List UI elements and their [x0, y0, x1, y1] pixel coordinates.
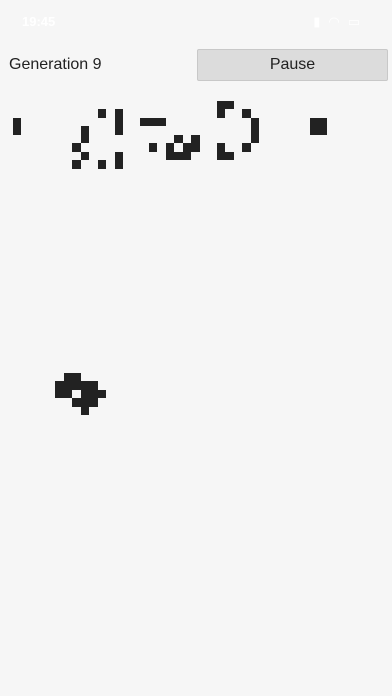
live-cell[interactable] [250, 134, 259, 143]
live-cell[interactable] [72, 381, 81, 390]
live-cell[interactable] [114, 126, 123, 135]
live-cell[interactable] [140, 117, 149, 126]
live-cell[interactable] [216, 100, 225, 109]
live-cell[interactable] [165, 151, 174, 160]
live-cell[interactable] [157, 117, 166, 126]
wifi-icon: ◠ [328, 14, 348, 29]
live-cell[interactable] [174, 151, 183, 160]
battery-icon: ▭ [347, 14, 368, 29]
live-cell[interactable] [72, 372, 81, 381]
live-cell[interactable] [225, 100, 234, 109]
live-cell[interactable] [216, 143, 225, 152]
live-cell[interactable] [310, 126, 319, 135]
live-cell[interactable] [97, 160, 106, 169]
live-cell[interactable] [174, 134, 183, 143]
live-cell[interactable] [55, 389, 64, 398]
live-cell[interactable] [80, 381, 89, 390]
live-cell[interactable] [80, 398, 89, 407]
live-cell[interactable] [216, 109, 225, 118]
live-cell[interactable] [114, 117, 123, 126]
live-cell[interactable] [182, 143, 191, 152]
live-cell[interactable] [114, 109, 123, 118]
live-cell[interactable] [12, 117, 21, 126]
game-board[interactable] [0, 90, 392, 696]
live-cell[interactable] [63, 381, 72, 390]
status-icons: ▮◠▭ [313, 14, 368, 30]
live-cell[interactable] [72, 143, 81, 152]
live-cell[interactable] [63, 372, 72, 381]
live-cell[interactable] [12, 126, 21, 135]
live-cell[interactable] [80, 151, 89, 160]
live-cell[interactable] [80, 406, 89, 415]
live-cell[interactable] [72, 398, 81, 407]
live-cell[interactable] [148, 117, 157, 126]
live-cell[interactable] [225, 151, 234, 160]
live-cell[interactable] [182, 151, 191, 160]
live-cell[interactable] [191, 134, 200, 143]
live-cell[interactable] [250, 126, 259, 135]
signal-icon: ▮ [313, 14, 329, 29]
live-cell[interactable] [55, 381, 64, 390]
live-cell[interactable] [80, 134, 89, 143]
live-cell[interactable] [72, 160, 81, 169]
live-cell[interactable] [97, 389, 106, 398]
live-cell[interactable] [114, 160, 123, 169]
pause-button[interactable]: Pause [197, 49, 388, 81]
generation-label: Generation 9 [9, 56, 102, 73]
live-cell[interactable] [191, 143, 200, 152]
live-cell[interactable] [250, 117, 259, 126]
live-cell[interactable] [242, 143, 251, 152]
live-cell[interactable] [89, 389, 98, 398]
live-cell[interactable] [89, 398, 98, 407]
status-bar: 19:45 ▮◠▭ [0, 0, 392, 44]
live-cell[interactable] [80, 126, 89, 135]
live-cell[interactable] [63, 389, 72, 398]
live-cell[interactable] [318, 126, 327, 135]
live-cell[interactable] [242, 109, 251, 118]
live-cell[interactable] [148, 143, 157, 152]
live-cell[interactable] [216, 151, 225, 160]
live-cell[interactable] [114, 151, 123, 160]
live-cell[interactable] [89, 381, 98, 390]
status-time: 19:45 [22, 14, 56, 29]
live-cell[interactable] [80, 389, 89, 398]
live-cell[interactable] [318, 117, 327, 126]
live-cell[interactable] [97, 109, 106, 118]
live-cell[interactable] [310, 117, 319, 126]
live-cell[interactable] [165, 143, 174, 152]
